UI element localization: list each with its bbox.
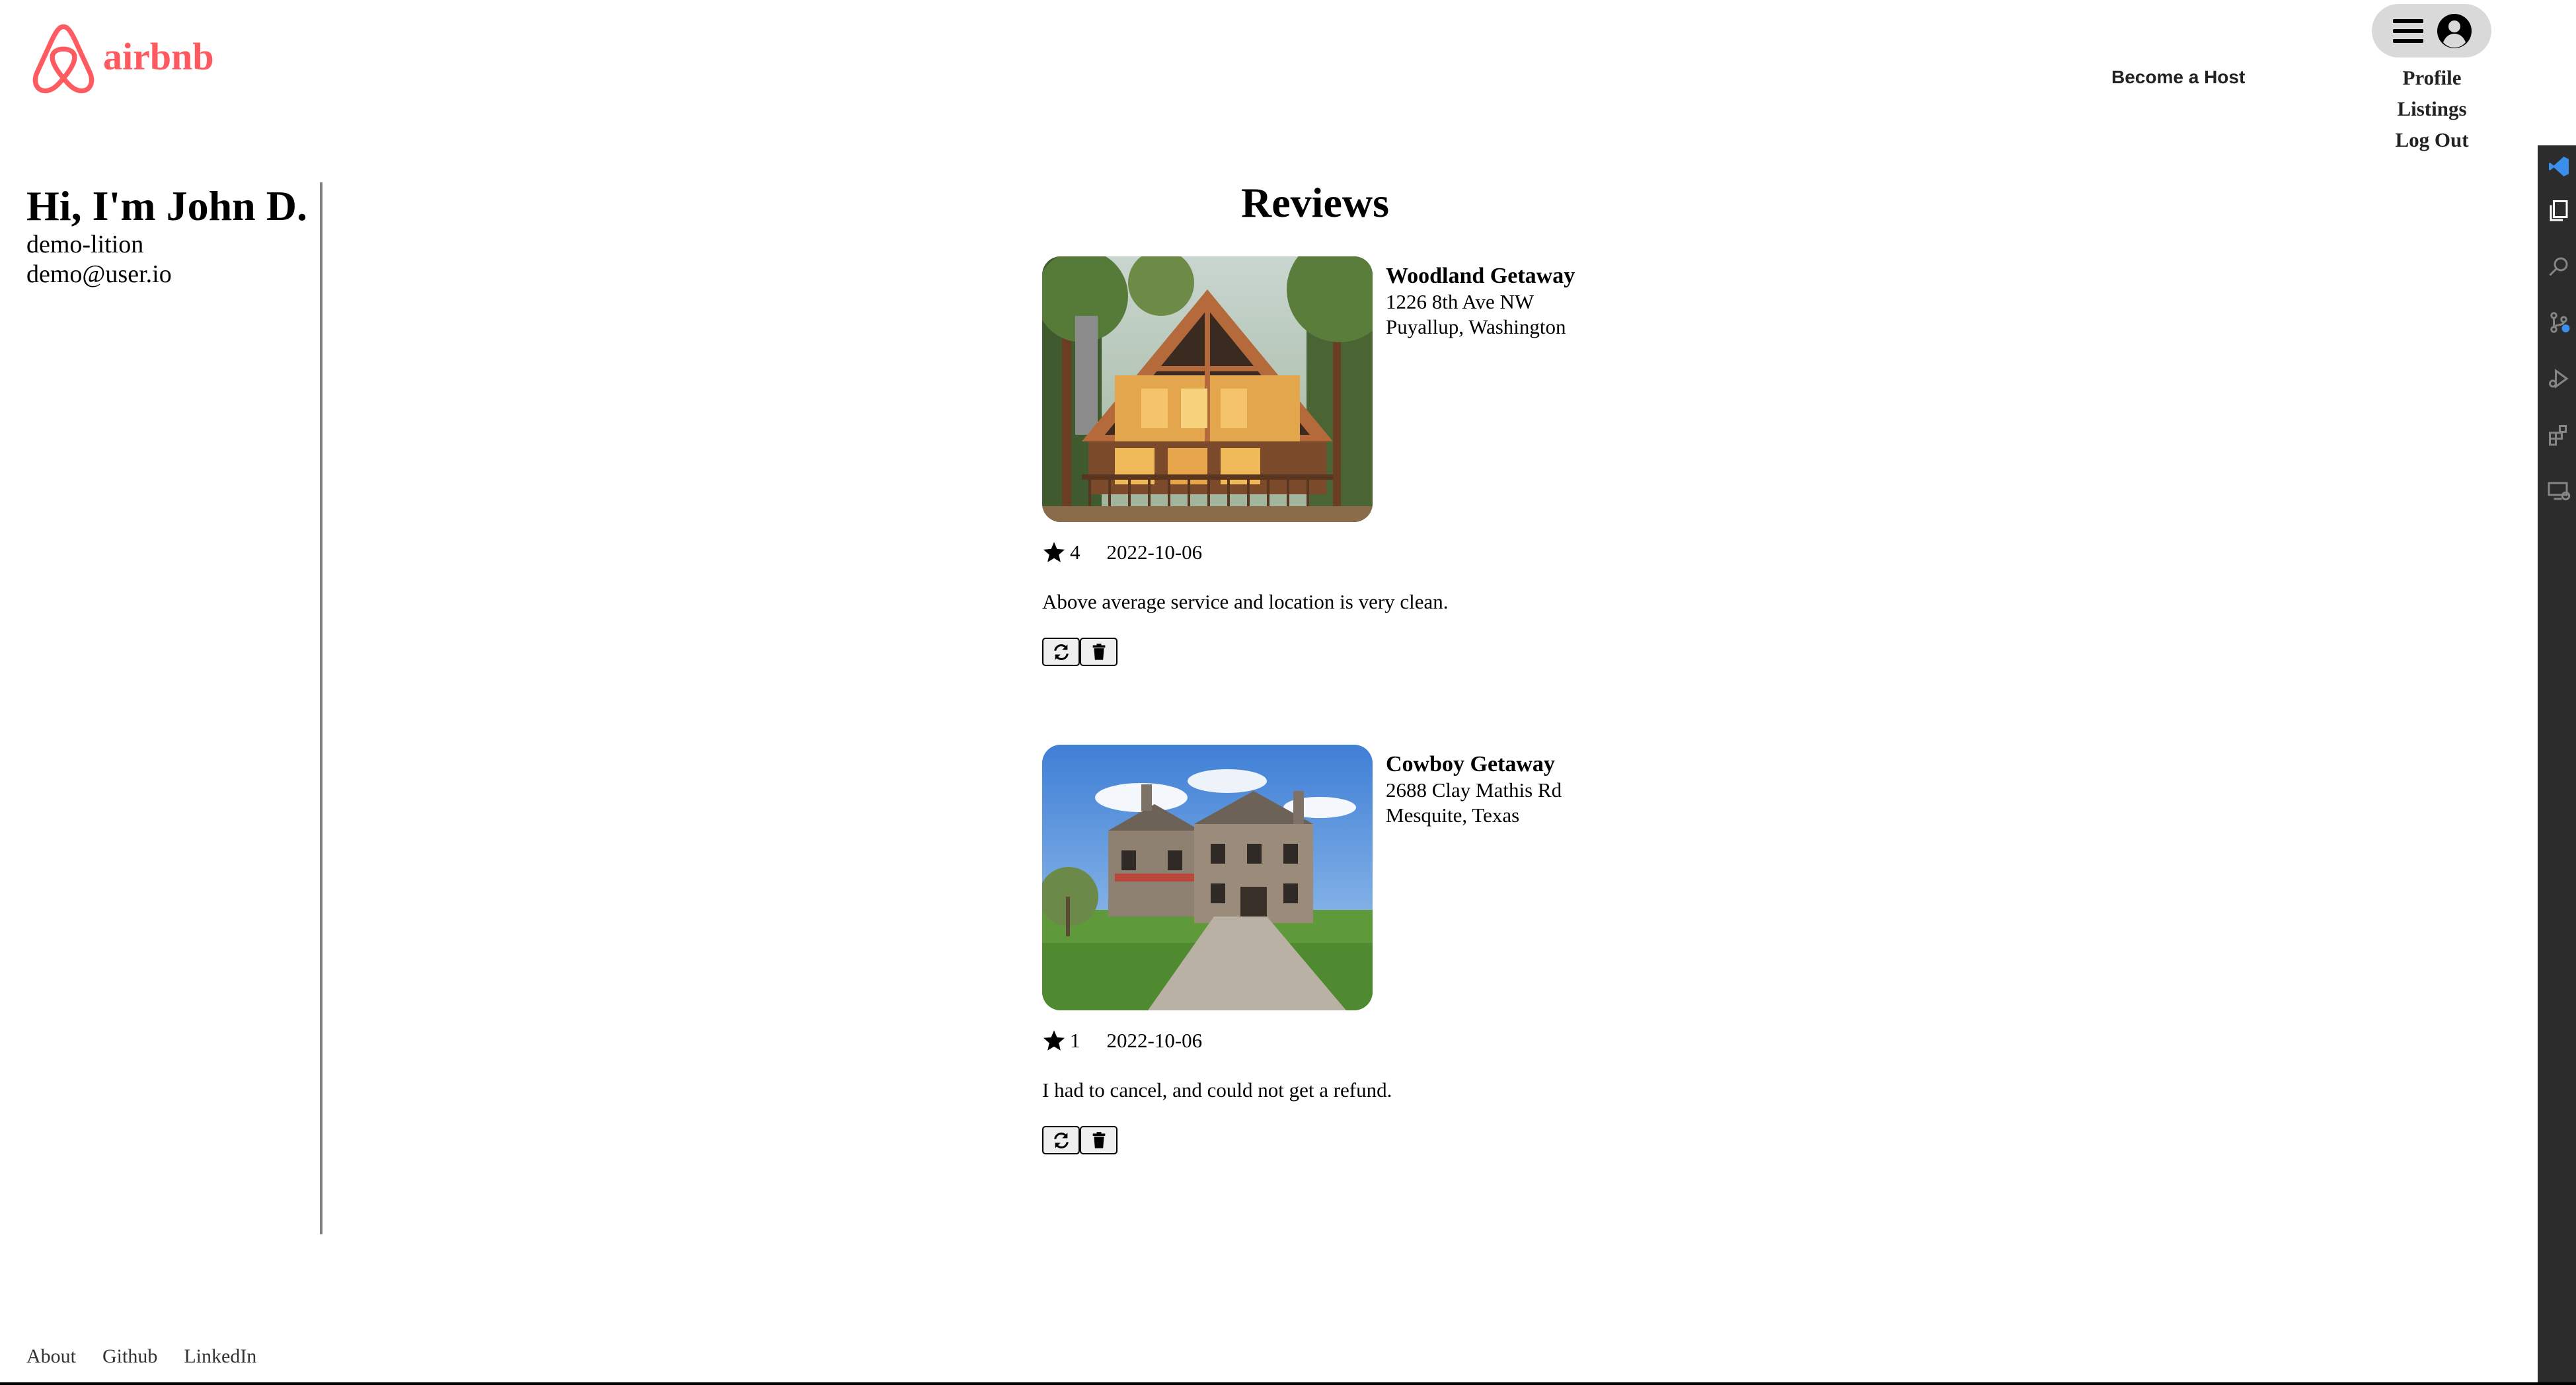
menu-item-logout[interactable]: Log Out (2366, 124, 2498, 155)
review-rating: 1 (1070, 1029, 1080, 1052)
review-text: Above average service and location is ve… (1042, 590, 1449, 613)
explorer-icon[interactable] (2547, 198, 2571, 222)
listing-city-state: Puyallup, Washington (1386, 315, 1566, 338)
refresh-icon (1053, 644, 1069, 660)
become-host-link[interactable]: Become a Host (2111, 67, 2245, 88)
listing-image[interactable] (1042, 745, 1373, 1010)
listing-address: 1226 8th Ave NW (1386, 290, 1534, 313)
footer: About Github LinkedIn (26, 1345, 256, 1368)
vscode-activity-bar (2538, 145, 2576, 1385)
menu-item-profile[interactable]: Profile (2366, 62, 2498, 93)
review-date: 2022-10-06 (1106, 541, 1203, 564)
refresh-icon (1053, 1132, 1069, 1148)
listing-name[interactable]: Cowboy Getaway (1386, 751, 1562, 778)
footer-link-linkedin[interactable]: LinkedIn (184, 1345, 256, 1368)
listing-image[interactable] (1042, 256, 1373, 522)
airbnb-logo[interactable]: airbnb (26, 21, 214, 98)
delete-review-button[interactable] (1080, 1126, 1118, 1154)
airbnb-logo-icon (32, 24, 95, 94)
review-text: I had to cancel, and could not get a ref… (1042, 1078, 1392, 1102)
star-icon (1043, 1030, 1065, 1051)
page-title: Reviews (1241, 179, 1389, 226)
search-icon[interactable] (2547, 254, 2571, 278)
delete-review-button[interactable] (1080, 638, 1118, 666)
footer-link-about[interactable]: About (26, 1345, 76, 1368)
remote-explorer-icon[interactable] (2547, 479, 2571, 503)
menu-item-listings[interactable]: Listings (2366, 93, 2498, 124)
listing-city-state: Mesquite, Texas (1386, 804, 1520, 827)
window-bottom-border (0, 1382, 2576, 1385)
listing-address: 2688 Clay Mathis Rd (1386, 778, 1562, 802)
footer-link-github[interactable]: Github (102, 1345, 157, 1368)
profile-username: demo-lition (26, 231, 144, 258)
user-menu-button[interactable] (2372, 4, 2491, 57)
review-date: 2022-10-06 (1106, 1029, 1203, 1052)
run-debug-icon[interactable] (2547, 367, 2571, 391)
trash-icon (1092, 1131, 1105, 1148)
source-control-icon[interactable] (2547, 311, 2571, 334)
review-actions (1042, 1126, 1118, 1154)
user-avatar-icon (2437, 13, 2472, 48)
listing-info: Cowboy Getaway 2688 Clay Mathis Rd Mesqu… (1386, 751, 1562, 828)
hamburger-icon (2392, 19, 2423, 43)
rating-row: 1 2022-10-06 (1042, 1029, 1202, 1053)
trash-icon (1092, 643, 1105, 660)
listing-info: Woodland Getaway 1226 8th Ave NW Puyallu… (1386, 263, 1575, 340)
update-review-button[interactable] (1042, 1126, 1080, 1154)
star-icon (1043, 542, 1065, 562)
vscode-logo-icon (2549, 157, 2569, 176)
user-dropdown-menu: Profile Listings Log Out (2366, 62, 2498, 155)
extensions-icon[interactable] (2547, 423, 2571, 447)
review-actions (1042, 638, 1118, 666)
update-review-button[interactable] (1042, 638, 1080, 666)
profile-email: demo@user.io (26, 260, 172, 288)
profile-greeting: Hi, I'm John D. (26, 182, 307, 229)
review-rating: 4 (1070, 541, 1080, 564)
profile-sidebar: Hi, I'm John D. demo-lition demo@user.io (26, 182, 322, 1234)
logo-text: airbnb (103, 34, 214, 78)
listing-name[interactable]: Woodland Getaway (1386, 263, 1575, 289)
rating-row: 4 2022-10-06 (1042, 541, 1202, 564)
